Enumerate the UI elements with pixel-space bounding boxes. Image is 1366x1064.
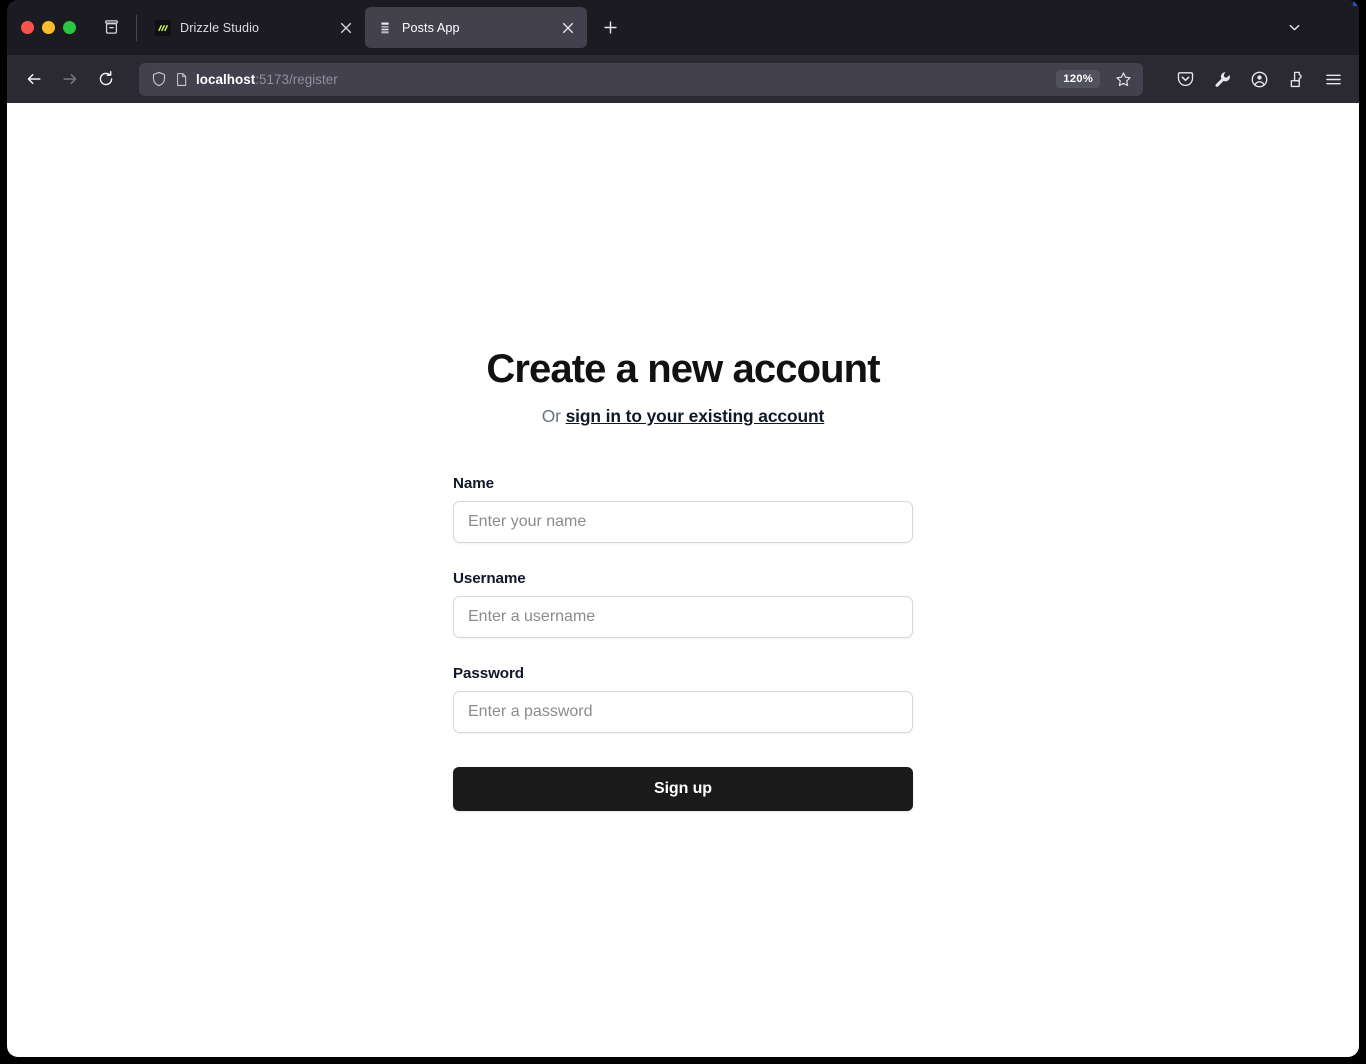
back-arrow-icon: [27, 73, 41, 85]
url-host: localhost: [196, 71, 256, 87]
window-corner-accent: [1353, 0, 1359, 6]
page-document-icon: [177, 72, 187, 86]
list-all-tabs-button[interactable]: [1279, 12, 1309, 42]
username-input[interactable]: [453, 596, 913, 638]
window-controls: [16, 0, 88, 55]
app-menu-button[interactable]: [1317, 63, 1349, 95]
tab-strip: Drizzle Studio Posts App: [7, 0, 1359, 55]
page-viewport: Create a new account Or sign in to your …: [7, 103, 1359, 1057]
tab-title: Drizzle Studio: [180, 20, 260, 35]
pocket-icon: [1177, 71, 1193, 86]
reload-button[interactable]: [89, 62, 123, 96]
url-path: :5173/register: [255, 71, 338, 87]
signup-button[interactable]: Sign up: [453, 767, 913, 811]
wrench-icon: [1214, 71, 1230, 87]
hamburger-menu-icon: [1325, 74, 1341, 84]
plus-icon: [603, 21, 617, 34]
extensions-icon: [1290, 71, 1302, 87]
url-text: localhost:5173/register: [196, 72, 1049, 87]
username-label: Username: [453, 570, 526, 587]
page-title: Create a new account: [486, 347, 880, 391]
tab-close-button[interactable]: [557, 17, 579, 39]
field-username: Username: [453, 570, 913, 638]
maximize-window-button[interactable]: [63, 21, 76, 34]
forward-arrow-icon: [63, 73, 77, 85]
back-button[interactable]: [17, 62, 51, 96]
forward-button[interactable]: [53, 62, 87, 96]
close-icon: [340, 22, 352, 33]
close-window-button[interactable]: [21, 21, 34, 34]
password-label: Password: [453, 665, 524, 682]
url-bar[interactable]: localhost:5173/register 120%: [139, 62, 1143, 96]
navigation-toolbar: localhost:5173/register 120%: [7, 55, 1359, 103]
toolbar-actions: [1169, 63, 1349, 95]
tab-drizzle-studio[interactable]: Drizzle Studio: [143, 7, 365, 48]
drizzle-squiggle-icon: [155, 19, 171, 36]
posts-lines-icon: [381, 22, 389, 33]
name-input[interactable]: [453, 501, 913, 543]
new-tab-button[interactable]: [594, 12, 626, 44]
register-form: Name Username Password Sign up: [453, 475, 913, 811]
signin-prompt-prefix: Or: [541, 406, 566, 426]
signin-link[interactable]: sign in to your existing account: [566, 406, 825, 426]
tab-separator: [136, 14, 137, 41]
archive-icon: [104, 20, 118, 34]
reload-icon: [99, 70, 113, 86]
tab-title: Posts App: [402, 20, 460, 35]
extensions-button[interactable]: [1280, 63, 1312, 95]
register-page: Create a new account Or sign in to your …: [7, 103, 1359, 811]
close-icon: [562, 22, 574, 33]
signin-prompt: Or sign in to your existing account: [542, 406, 825, 427]
sidebar-archive-button[interactable]: [94, 11, 128, 45]
minimize-window-button[interactable]: [42, 21, 55, 34]
field-name: Name: [453, 475, 913, 543]
browser-window: Drizzle Studio Posts App localhost:5173/…: [7, 0, 1359, 1057]
password-input[interactable]: [453, 691, 913, 733]
name-label: Name: [453, 475, 494, 492]
tab-close-button[interactable]: [335, 17, 357, 39]
devtools-button[interactable]: [1206, 63, 1238, 95]
tab-posts-app[interactable]: Posts App: [365, 7, 587, 48]
field-password: Password: [453, 665, 913, 733]
star-icon: [1115, 71, 1131, 86]
pocket-button[interactable]: [1169, 63, 1201, 95]
zoom-level-badge[interactable]: 120%: [1056, 70, 1100, 88]
bookmark-button[interactable]: [1109, 65, 1137, 93]
chevron-down-icon: [1289, 24, 1299, 30]
account-icon: [1251, 71, 1267, 87]
shield-icon: [152, 71, 166, 87]
account-button[interactable]: [1243, 63, 1275, 95]
